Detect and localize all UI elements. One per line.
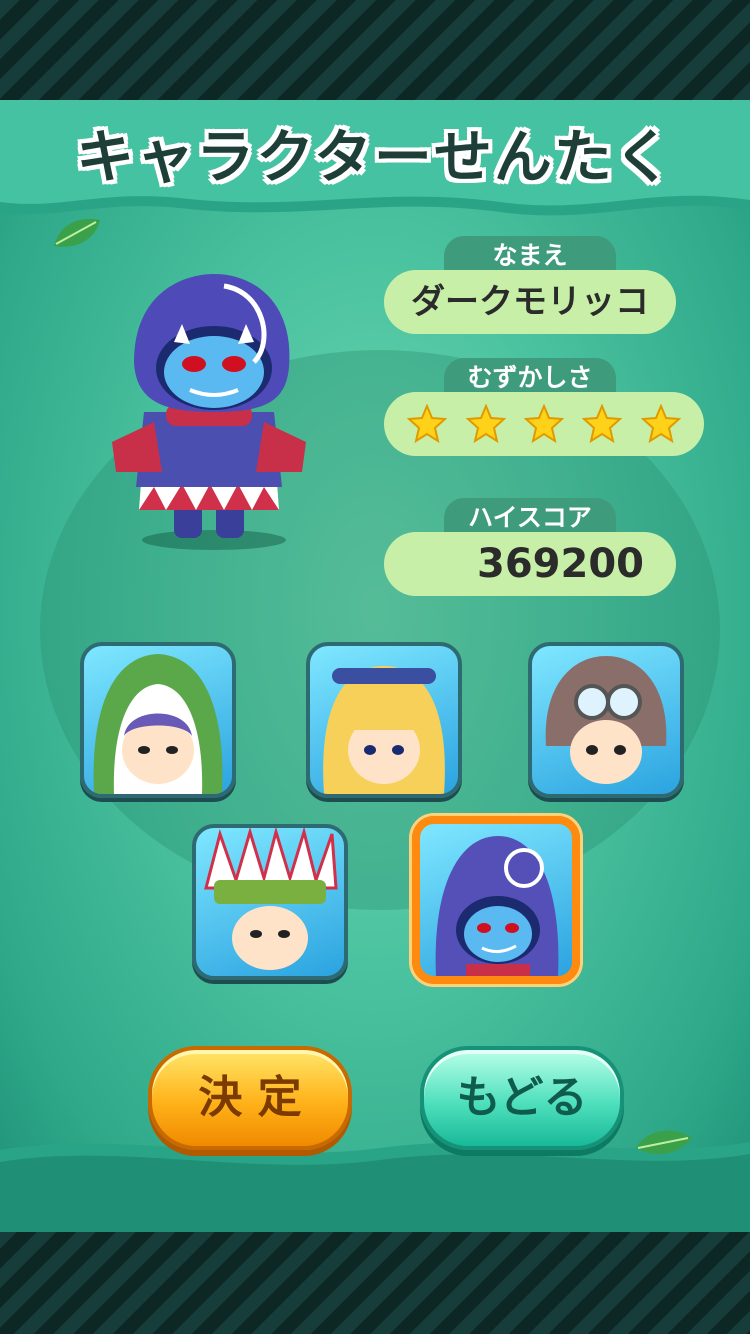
name-field: ダークモリッコ bbox=[384, 270, 676, 334]
blonde-hairband-character-icon bbox=[323, 666, 445, 794]
character-tile-green-hood[interactable] bbox=[80, 642, 236, 798]
top-pattern-band bbox=[0, 0, 750, 105]
character-tile-dark-hood[interactable] bbox=[412, 816, 580, 984]
green-hood-character-icon bbox=[93, 654, 223, 794]
dark-hood-character-icon bbox=[435, 836, 559, 976]
star-icon bbox=[582, 404, 623, 444]
star-icon bbox=[407, 404, 448, 444]
back-button[interactable]: もどる bbox=[420, 1046, 624, 1150]
difficulty-stars bbox=[384, 392, 704, 456]
leaf-icon bbox=[54, 218, 100, 247]
feather-headdress-character-icon bbox=[204, 828, 338, 970]
character-tile-aviator-goggles[interactable] bbox=[528, 642, 684, 798]
page-title: キャラクターせんたく bbox=[76, 123, 674, 191]
bottom-pattern-band bbox=[0, 1229, 750, 1334]
aviator-goggles-character-icon bbox=[545, 656, 667, 784]
character-tile-feather-headdress[interactable] bbox=[192, 824, 348, 980]
character-preview bbox=[112, 274, 306, 550]
highscore-field: 369200 bbox=[384, 532, 676, 596]
star-icon bbox=[523, 404, 564, 444]
leaf-icon bbox=[636, 1130, 692, 1154]
decide-button[interactable]: 決 定 bbox=[148, 1046, 352, 1150]
star-icon bbox=[640, 404, 681, 444]
highscore-value: 369200 bbox=[477, 541, 644, 587]
character-tile-blonde-hairband[interactable] bbox=[306, 642, 462, 798]
star-icon bbox=[465, 404, 506, 444]
